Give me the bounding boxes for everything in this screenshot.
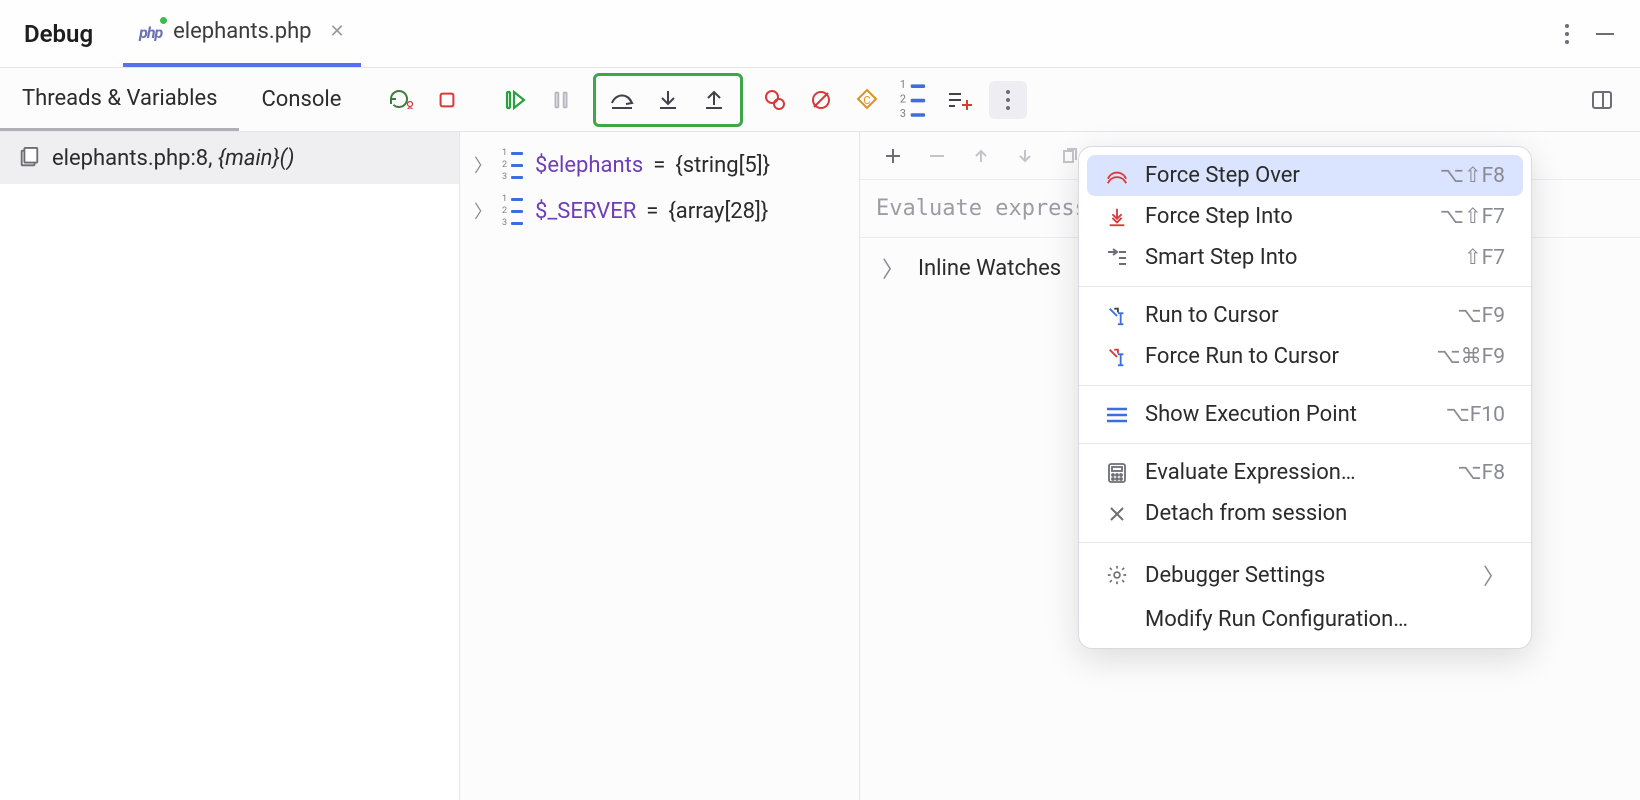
copyright-icon[interactable]: C xyxy=(847,80,887,120)
step-into-button[interactable] xyxy=(648,80,688,120)
variable-value: {array[28]} xyxy=(668,199,768,224)
chevron-right-icon[interactable]: 〉 xyxy=(882,252,904,284)
resume-button[interactable] xyxy=(495,80,535,120)
debug-toolbar: Threads & Variables Console xyxy=(0,68,1640,132)
frame-file-icon xyxy=(18,147,40,169)
minimize-button[interactable] xyxy=(1594,23,1616,45)
force-step-over-icon xyxy=(1103,166,1131,186)
titlebar: Debug php elephants.php ✕ xyxy=(0,0,1640,68)
step-out-button[interactable] xyxy=(694,80,734,120)
menu-separator xyxy=(1079,286,1531,287)
more-actions-menu: Force Step Over ⌥⇧F8 Force Step Into ⌥⇧F… xyxy=(1078,146,1532,649)
close-tab-button[interactable]: ✕ xyxy=(330,21,345,42)
stop-button[interactable] xyxy=(427,80,467,120)
chevron-right-icon[interactable]: 〉 xyxy=(474,198,492,224)
view-breakpoints-button[interactable] xyxy=(755,80,795,120)
variable-row[interactable]: 〉 1 2 3 $elephants = {string[5]} xyxy=(460,142,859,188)
tool-window-title: Debug xyxy=(24,20,93,48)
menu-item-detach[interactable]: Detach from session xyxy=(1087,493,1523,534)
gear-icon xyxy=(1103,564,1131,586)
menu-item-smart-step-into[interactable]: Smart Step Into ⇧F7 xyxy=(1087,237,1523,278)
php-file-icon: php xyxy=(139,20,165,44)
variables-list-icon[interactable]: 1 2 3 xyxy=(893,80,933,120)
move-up-button[interactable] xyxy=(962,137,1000,175)
chevron-right-icon: 〉 xyxy=(1483,559,1505,591)
force-step-into-icon xyxy=(1103,206,1131,228)
calculator-icon xyxy=(1103,462,1131,484)
frame-row[interactable]: elephants.php:8, {main}() xyxy=(0,132,459,184)
variables-pane: 〉 1 2 3 $elephants = {string[5]} 〉 1 2 3… xyxy=(460,132,860,800)
menu-item-run-to-cursor[interactable]: Run to Cursor ⌥F9 xyxy=(1087,295,1523,336)
array-icon: 1 2 3 xyxy=(502,194,523,228)
frames-pane: elephants.php:8, {main}() xyxy=(0,132,460,800)
menu-item-force-run-to-cursor[interactable]: Force Run to Cursor ⌥⌘F9 xyxy=(1087,336,1523,377)
tab-threads-variables[interactable]: Threads & Variables xyxy=(0,68,239,131)
remove-watch-button[interactable] xyxy=(918,137,956,175)
menu-item-evaluate-expression[interactable]: Evaluate Expression… ⌥F8 xyxy=(1087,452,1523,493)
move-down-button[interactable] xyxy=(1006,137,1044,175)
frame-location: elephants.php:8, xyxy=(52,146,218,171)
active-file-tab[interactable]: php elephants.php ✕ xyxy=(123,0,361,67)
force-run-to-cursor-icon xyxy=(1103,346,1131,368)
menu-item-force-step-into[interactable]: Force Step Into ⌥⇧F7 xyxy=(1087,196,1523,237)
array-icon: 1 2 3 xyxy=(502,148,523,182)
mute-breakpoints-button[interactable] xyxy=(801,80,841,120)
close-icon xyxy=(1103,504,1131,524)
menu-item-force-step-over[interactable]: Force Step Over ⌥⇧F8 xyxy=(1087,155,1523,196)
smart-step-into-icon xyxy=(1103,248,1131,268)
menu-separator xyxy=(1079,542,1531,543)
step-buttons-highlight xyxy=(593,73,743,127)
rerun-button[interactable] xyxy=(381,80,421,120)
tab-console[interactable]: Console xyxy=(239,68,363,131)
more-actions-button[interactable] xyxy=(989,81,1027,119)
tab-filename: elephants.php xyxy=(173,19,311,44)
svg-text:C: C xyxy=(864,94,871,107)
menu-item-show-execution-point[interactable]: Show Execution Point ⌥F10 xyxy=(1087,394,1523,435)
show-execution-point-icon xyxy=(1103,406,1131,424)
menu-item-debugger-settings[interactable]: Debugger Settings 〉 xyxy=(1087,551,1523,599)
menu-separator xyxy=(1079,385,1531,386)
run-to-cursor-icon xyxy=(1103,305,1131,327)
step-over-button[interactable] xyxy=(602,80,642,120)
variable-value: {string[5]} xyxy=(675,153,770,178)
frame-function: {main}() xyxy=(218,146,294,171)
menu-separator xyxy=(1079,443,1531,444)
variable-name: $_SERVER xyxy=(535,199,636,224)
layout-settings-button[interactable] xyxy=(1582,80,1622,120)
menu-item-modify-run-config[interactable]: Modify Run Configuration… xyxy=(1087,599,1523,640)
chevron-right-icon[interactable]: 〉 xyxy=(474,152,492,178)
tool-window-options-button[interactable] xyxy=(1564,23,1570,45)
pause-button[interactable] xyxy=(541,80,581,120)
add-watch-button[interactable] xyxy=(874,137,912,175)
inline-watches-label: Inline Watches xyxy=(918,256,1061,281)
add-watch-icon[interactable] xyxy=(939,80,979,120)
variable-row[interactable]: 〉 1 2 3 $_SERVER = {array[28]} xyxy=(460,188,859,234)
variable-name: $elephants xyxy=(535,153,643,178)
